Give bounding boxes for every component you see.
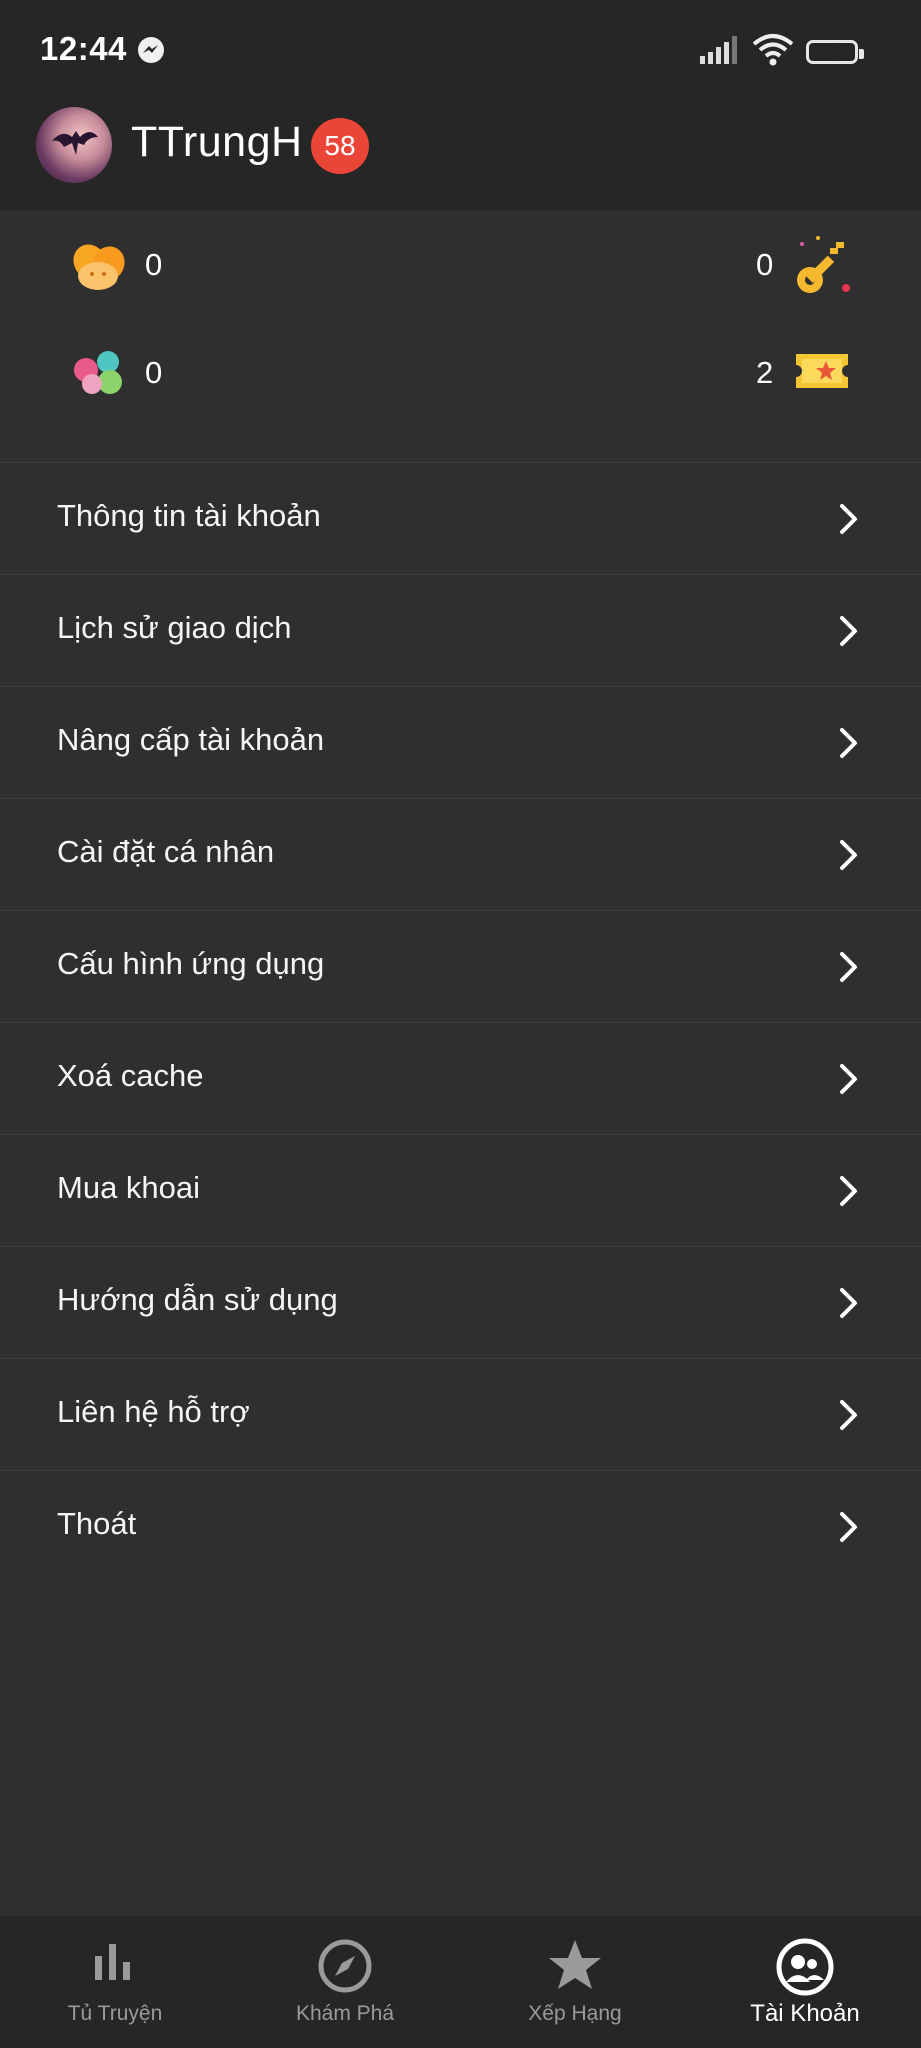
account-icon — [776, 1938, 834, 1996]
battery-icon: 79 — [806, 40, 864, 64]
signal-icon — [700, 36, 737, 64]
chevron-right-icon — [840, 504, 857, 534]
nav-item-library[interactable]: Tủ Truyện — [0, 1916, 230, 2048]
nav-item-explore[interactable]: Khám Phá — [230, 1916, 460, 2048]
menu-item-personal-settings[interactable]: Cài đặt cá nhân — [0, 798, 921, 910]
bar-chart-icon — [95, 1944, 130, 1980]
chevron-right-icon — [840, 1512, 857, 1542]
gem-icon — [74, 351, 122, 394]
menu-item-buy-potato[interactable]: Mua khoai — [0, 1134, 921, 1246]
menu-item-upgrade-account[interactable]: Nâng cấp tài khoản — [0, 686, 921, 798]
key-count: 0 — [756, 247, 774, 282]
avatar[interactable] — [36, 107, 112, 183]
chevron-right-icon — [840, 1288, 857, 1318]
menu-item-user-guide[interactable]: Hướng dẫn sử dụng — [0, 1246, 921, 1358]
menu-item-label: Lịch sử giao dịch — [57, 610, 292, 645]
battery-level: 79 — [822, 42, 842, 61]
nav-label: Xếp Hạng — [528, 2002, 622, 2025]
username: TTrungH — [131, 118, 303, 166]
chevron-right-icon — [840, 952, 857, 982]
potato-coin-count: 0 — [145, 247, 163, 282]
level-badge: 58 — [311, 118, 369, 174]
chevron-right-icon — [840, 840, 857, 870]
account-menu: Thông tin tài khoản Lịch sử giao dịch Nâ… — [0, 462, 921, 1582]
menu-item-contact-support[interactable]: Liên hệ hỗ trợ — [0, 1358, 921, 1470]
key-icon — [797, 236, 850, 293]
chevron-right-icon — [840, 616, 857, 646]
nav-item-account[interactable]: Tài Khoản — [690, 1916, 920, 2048]
menu-item-transaction-history[interactable]: Lịch sử giao dịch — [0, 574, 921, 686]
nav-label: Tài Khoản — [750, 2000, 860, 2027]
nav-label: Tủ Truyện — [67, 2002, 163, 2025]
wifi-icon — [752, 34, 794, 66]
avatar-figure-icon — [52, 131, 98, 155]
menu-item-app-config[interactable]: Cấu hình ứng dụng — [0, 910, 921, 1022]
nav-item-ranking[interactable]: Xếp Hạng — [460, 1916, 690, 2048]
menu-item-label: Thông tin tài khoản — [57, 498, 321, 533]
wallet-stats: 0 0 0 2 — [0, 210, 921, 462]
menu-item-label: Cài đặt cá nhân — [57, 834, 275, 869]
menu-item-account-info[interactable]: Thông tin tài khoản — [0, 462, 921, 574]
bottom-nav: Tủ Truyện Khám Phá Xếp Hạng Tài Khoản — [0, 1916, 921, 2048]
menu-item-label: Liên hệ hỗ trợ — [57, 1394, 250, 1429]
ticket-count: 2 — [756, 355, 774, 390]
status-bar: 12:44 79 — [0, 0, 921, 104]
gem-count: 0 — [145, 355, 163, 390]
profile-header: TTrungH 58 — [0, 104, 921, 210]
chevron-right-icon — [840, 1176, 857, 1206]
menu-item-logout[interactable]: Thoát — [0, 1470, 921, 1582]
star-icon — [549, 1940, 601, 1989]
status-time: 12:44 — [40, 30, 127, 67]
menu-item-label: Nâng cấp tài khoản — [57, 722, 325, 757]
messenger-icon — [138, 37, 164, 63]
menu-item-label: Cấu hình ứng dụng — [57, 946, 325, 981]
menu-item-clear-cache[interactable]: Xoá cache — [0, 1022, 921, 1134]
menu-item-label: Hướng dẫn sử dụng — [57, 1282, 338, 1317]
menu-item-label: Mua khoai — [57, 1170, 201, 1205]
chevron-right-icon — [840, 728, 857, 758]
chevron-right-icon — [840, 1400, 857, 1430]
ticket-icon — [796, 354, 848, 388]
menu-item-label: Thoát — [57, 1506, 137, 1541]
potato-coin-icon — [73, 244, 125, 290]
chevron-right-icon — [840, 1064, 857, 1094]
nav-label: Khám Phá — [295, 2002, 395, 2025]
compass-icon — [318, 1939, 372, 1993]
menu-item-label: Xoá cache — [57, 1058, 204, 1093]
